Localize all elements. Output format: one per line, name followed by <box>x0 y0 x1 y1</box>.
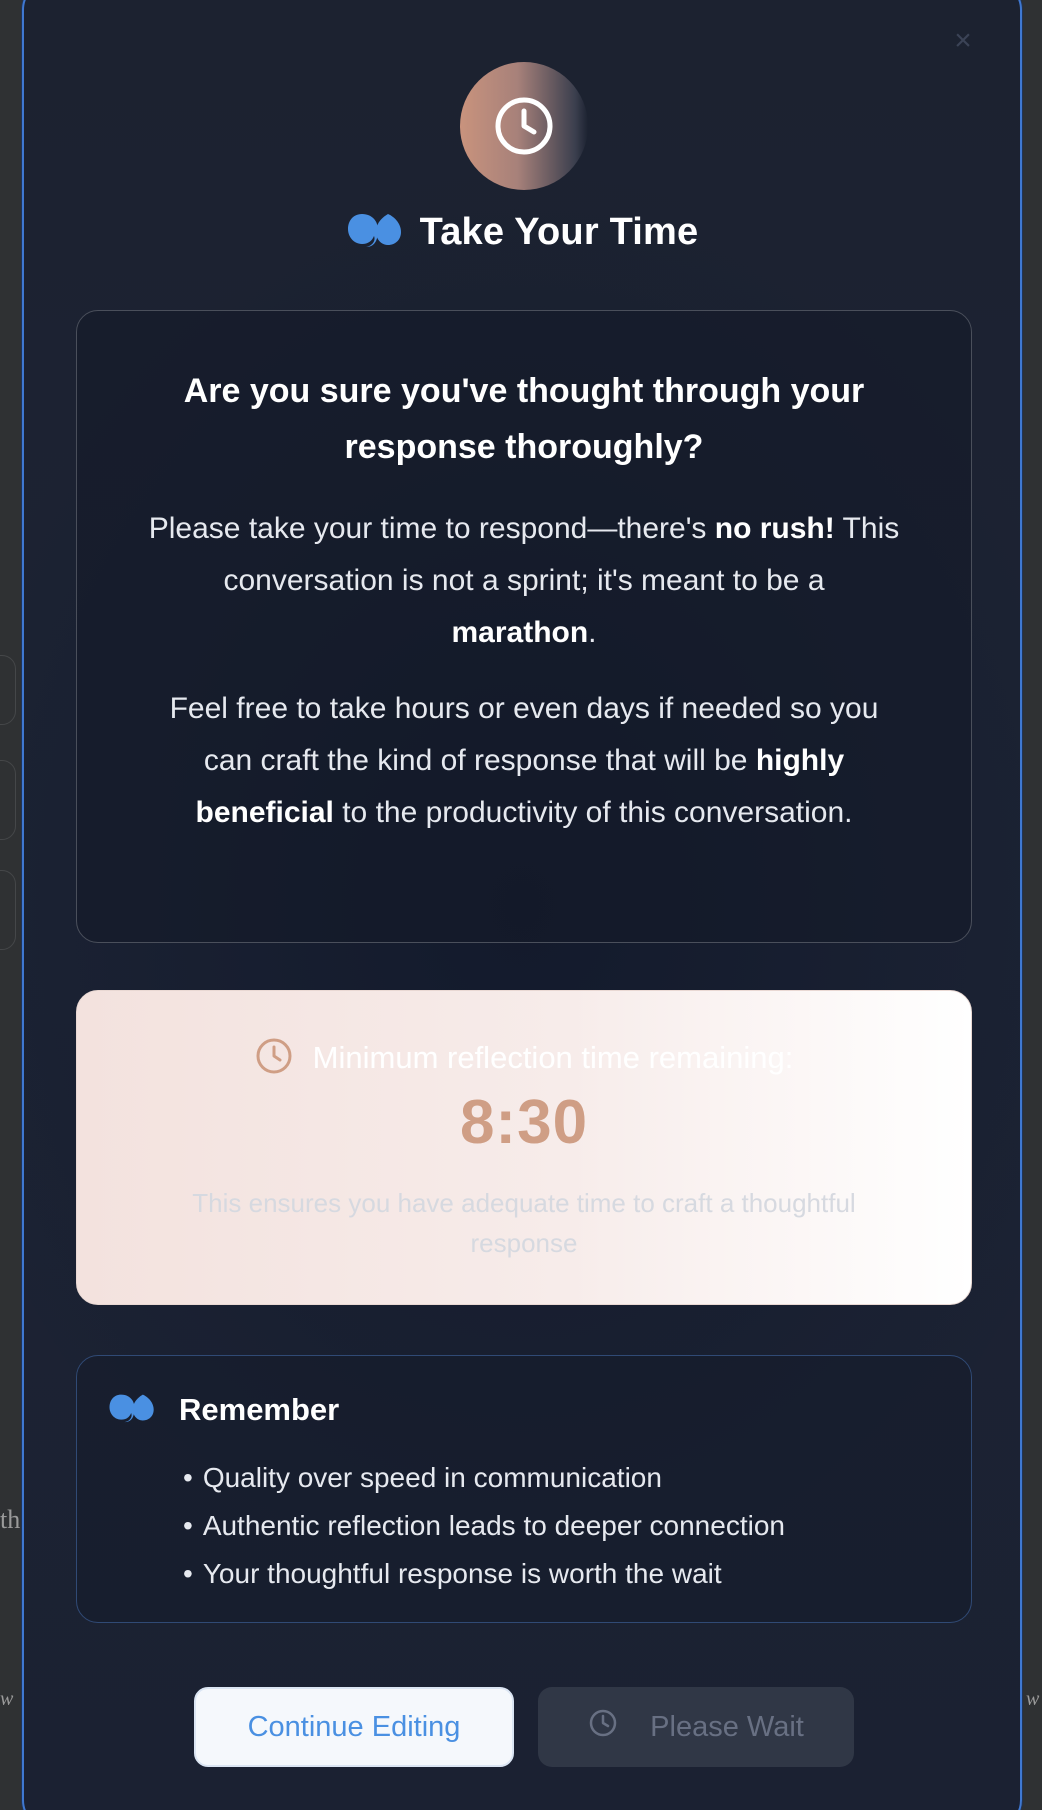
modal-title-row: Take Your Time <box>24 202 1020 262</box>
text-span: . <box>588 616 597 649</box>
background-text-fragment: th <box>0 1505 21 1534</box>
remember-header: Remember <box>107 1392 339 1428</box>
remember-list: Quality over speed in communication Auth… <box>183 1454 785 1598</box>
clock-icon <box>460 62 588 190</box>
quote-icon <box>107 1393 157 1428</box>
bold-text: no rush! <box>714 512 835 545</box>
remember-box: Remember Quality over speed in communica… <box>76 1355 972 1623</box>
close-button[interactable]: × <box>950 26 976 56</box>
paragraph-take-hours: Feel free to take hours or even days if … <box>147 683 901 839</box>
background-card <box>0 870 16 950</box>
continue-editing-button[interactable]: Continue Editing <box>194 1687 514 1767</box>
timer-clock-icon <box>255 1037 293 1080</box>
background-text-fragment: w <box>1026 1688 1040 1710</box>
timer-card: Minimum reflection time remaining: 8:30 … <box>76 990 972 1305</box>
timer-note: This ensures you have adequate time to c… <box>192 1188 856 1258</box>
please-wait-label: Please Wait <box>650 1710 804 1743</box>
reflection-modal: × Take Your Time Are you sure you've tho… <box>22 0 1022 1810</box>
message-box: Are you sure you've thought through your… <box>76 310 972 943</box>
background-card <box>0 760 16 840</box>
list-item: Quality over speed in communication <box>183 1454 785 1502</box>
text-span: Please take your time to respond—there's <box>148 512 715 545</box>
background-card <box>0 655 16 725</box>
timer-label: Minimum reflection time remaining: <box>312 1040 794 1075</box>
remember-title: Remember <box>179 1392 340 1427</box>
question-heading: Are you sure you've thought through your… <box>183 372 865 466</box>
quote-icon <box>346 212 404 253</box>
please-wait-button[interactable]: Please Wait <box>538 1687 854 1767</box>
list-item: Your thoughtful response is worth the wa… <box>183 1550 785 1598</box>
paragraph-no-rush: Please take your time to respond—there's… <box>147 503 901 659</box>
modal-title: Take Your Time <box>419 210 699 253</box>
close-icon: × <box>954 24 972 57</box>
list-item: Authentic reflection leads to deeper con… <box>183 1502 785 1550</box>
text-span: to the productivity of this conversation… <box>333 796 853 829</box>
bold-text: marathon <box>451 616 589 649</box>
clock-icon <box>588 1708 618 1746</box>
background-text-fragment: w <box>0 1688 14 1710</box>
timer-label-row: Minimum reflection time remaining: <box>77 1033 971 1083</box>
timer-countdown: 8:30 <box>459 1088 589 1157</box>
